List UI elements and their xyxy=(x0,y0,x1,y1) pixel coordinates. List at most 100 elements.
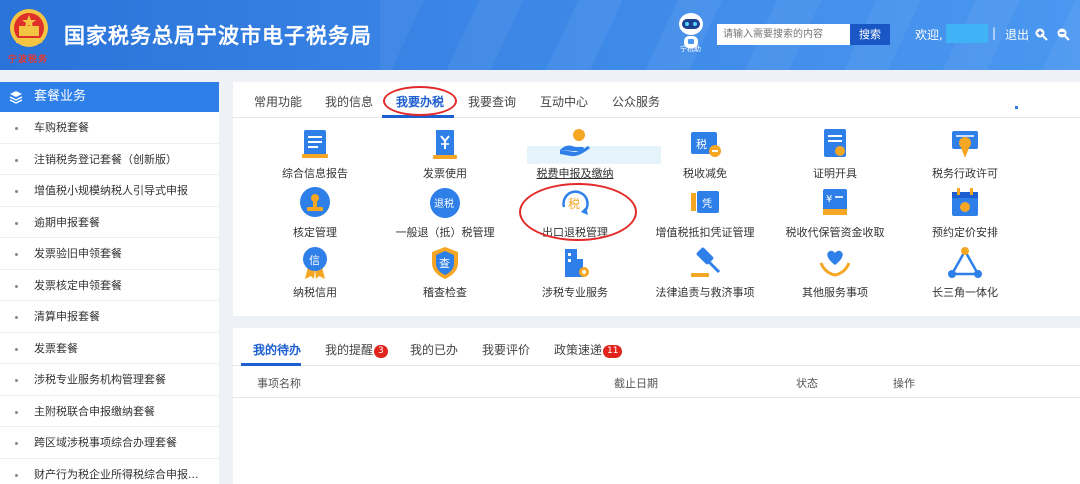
todo-table-header: 事项名称 截止日期 状态 操作 xyxy=(233,366,1080,398)
search-input[interactable] xyxy=(717,24,850,45)
gavel-icon xyxy=(691,247,721,277)
func-certificate[interactable]: 证明开具 xyxy=(765,126,905,181)
func-other-services[interactable]: 其他服务事项 xyxy=(765,245,905,300)
func-label: 税收减免 xyxy=(683,167,727,180)
refund-icon: 退税 xyxy=(430,188,460,218)
zoom-out-icon[interactable] xyxy=(1056,27,1070,41)
policy-count-badge: 11 xyxy=(603,345,623,358)
credit-glyph: 信 xyxy=(309,254,320,267)
logout-link[interactable]: 退出 xyxy=(1005,26,1029,43)
username-redacted xyxy=(946,24,988,43)
sidebar-item[interactable]: 跨区域涉税事项综合办理套餐 xyxy=(0,427,219,459)
sidebar-header[interactable]: 套餐业务 xyxy=(0,82,219,112)
todo-tabs: 我的待办 我的提醒 3 我的已办 我要评价 政策速递 11 xyxy=(233,328,1080,366)
func-pricing[interactable]: 预约定价安排 xyxy=(895,185,1035,240)
custody-glyph: ¥ xyxy=(826,194,832,205)
func-label: 预约定价安排 xyxy=(932,226,998,239)
tab-my-info[interactable]: 我的信息 xyxy=(325,93,373,110)
func-label: 发票使用 xyxy=(423,167,467,180)
func-label: 一般退（抵）税管理 xyxy=(395,226,495,239)
col-deadline: 截止日期 xyxy=(614,377,658,390)
tax-relief-icon: 税 xyxy=(691,132,721,157)
sidebar-item[interactable]: 财产行为税企业所得税综合申报... xyxy=(0,459,219,484)
assistant-label: 宁税助 xyxy=(680,45,701,53)
sidebar-title: 套餐业务 xyxy=(34,89,87,104)
building-gear-icon xyxy=(565,249,589,277)
site-title[interactable]: 国家税务总局宁波市电子税务局 xyxy=(64,20,372,50)
todo-panel: 我的待办 我的提醒 3 我的已办 我要评价 政策速递 11 事项名称 截止日期 状态… xyxy=(233,328,1080,484)
sidebar-item[interactable]: 发票核定申领套餐 xyxy=(0,270,219,301)
col-item-name: 事项名称 xyxy=(257,377,301,390)
stamp-icon xyxy=(300,187,330,217)
declare-pay-icon xyxy=(560,129,590,157)
custody-fund-icon: ¥ xyxy=(823,189,847,215)
main-tabs: 常用功能 我的信息 我要办税 我要查询 互动中心 公众服务 xyxy=(233,82,1080,118)
col-status: 状态 xyxy=(796,377,818,390)
sidebar-item[interactable]: 增值税小规模纳税人引导式申报 xyxy=(0,175,219,207)
func-yangtze-delta[interactable]: 长三角一体化 xyxy=(895,245,1035,300)
sidebar-item[interactable]: 车购税套餐 xyxy=(0,112,219,144)
sidebar-item[interactable]: 涉税专业服务机构管理套餐 xyxy=(0,364,219,396)
marker-dot xyxy=(1015,106,1018,109)
func-label: 其他服务事项 xyxy=(802,286,868,299)
tab-evaluate[interactable]: 我要评价 xyxy=(482,341,530,358)
inspect-glyph: 查 xyxy=(439,256,450,270)
heart-hand-icon xyxy=(819,250,851,277)
inspection-shield-icon: 查 xyxy=(432,247,458,279)
func-general-refund[interactable]: 退税 一般退（抵）税管理 xyxy=(375,185,515,240)
func-label: 证明开具 xyxy=(813,167,857,180)
credit-medal-icon: 信 xyxy=(303,247,327,279)
site-header: 宁波税务 国家税务总局宁波市电子税务局 宁税助 搜索 欢迎, | 退出 xyxy=(0,0,1080,70)
national-emblem-icon xyxy=(10,9,48,47)
func-tax-relief[interactable]: 税 税收减免 xyxy=(635,126,775,181)
relief-glyph: 税 xyxy=(696,137,707,151)
tab-my-done[interactable]: 我的已办 xyxy=(410,341,458,358)
calendar-icon xyxy=(952,188,978,216)
func-label: 涉税专业服务 xyxy=(542,286,608,299)
layers-icon xyxy=(9,91,23,104)
col-actions: 操作 xyxy=(893,377,915,390)
func-license[interactable]: 税务行政许可 xyxy=(895,126,1035,181)
search-button[interactable]: 搜索 xyxy=(850,24,890,45)
sidebar-item[interactable]: 发票验旧申领套餐 xyxy=(0,238,219,270)
func-label: 增值税抵扣凭证管理 xyxy=(655,226,755,239)
seal-signature-text: 宁波税务 xyxy=(8,55,49,65)
tab-public-service[interactable]: 公众服务 xyxy=(612,93,660,110)
header-separator: | xyxy=(992,26,997,40)
func-inspection[interactable]: 查 稽查检查 xyxy=(375,245,515,300)
sidebar-item[interactable]: 注销税务登记套餐（创新版） xyxy=(0,144,219,175)
tab-query[interactable]: 我要查询 xyxy=(468,93,516,110)
func-label: 综合信息报告 xyxy=(282,167,348,180)
voucher-glyph: 凭 xyxy=(702,197,712,210)
tab-interaction[interactable]: 互动中心 xyxy=(540,93,588,110)
invoice-icon xyxy=(433,130,457,159)
license-icon xyxy=(952,131,978,158)
func-label: 长三角一体化 xyxy=(932,286,998,299)
annotation-circle xyxy=(383,86,457,116)
sidebar: 套餐业务 车购税套餐 注销税务登记套餐（创新版） 增值税小规模纳税人引导式申报 … xyxy=(0,82,219,484)
zoom-in-icon[interactable] xyxy=(1034,27,1048,41)
func-assessment[interactable]: 核定管理 xyxy=(245,185,385,240)
func-report[interactable]: 综合信息报告 xyxy=(245,126,385,181)
sidebar-item[interactable]: 主附税联合申报缴纳套餐 xyxy=(0,396,219,427)
tab-policy-express[interactable]: 政策速递 11 xyxy=(554,341,623,358)
func-declare-pay[interactable]: 税费申报及缴纳 xyxy=(505,126,645,181)
func-label: 核定管理 xyxy=(293,226,337,239)
func-invoice[interactable]: 发票使用 xyxy=(375,126,515,181)
sidebar-item[interactable]: 清算申报套餐 xyxy=(0,301,219,333)
func-label: 税费申报及缴纳 xyxy=(536,167,614,180)
triangle-network-icon xyxy=(948,247,982,278)
func-label: 税务行政许可 xyxy=(932,167,998,180)
sidebar-item[interactable]: 逾期申报套餐 xyxy=(0,207,219,238)
func-vat-voucher[interactable]: 凭 增值税抵扣凭证管理 xyxy=(635,185,775,240)
sidebar-item[interactable]: 发票套餐 xyxy=(0,333,219,364)
func-credit[interactable]: 信 纳税信用 xyxy=(245,245,385,300)
func-professional-service[interactable]: 涉税专业服务 xyxy=(505,245,645,300)
refund-glyph: 退税 xyxy=(434,197,454,210)
tab-my-reminders[interactable]: 我的提醒 3 xyxy=(325,341,388,358)
tab-common[interactable]: 常用功能 xyxy=(254,93,302,110)
func-label: 税收代保管资金收取 xyxy=(785,226,885,239)
func-legal[interactable]: 法律追责与救济事项 xyxy=(635,245,775,300)
tab-my-todo[interactable]: 我的待办 xyxy=(253,341,301,358)
func-custody-fund[interactable]: ¥ 税收代保管资金收取 xyxy=(765,185,905,240)
